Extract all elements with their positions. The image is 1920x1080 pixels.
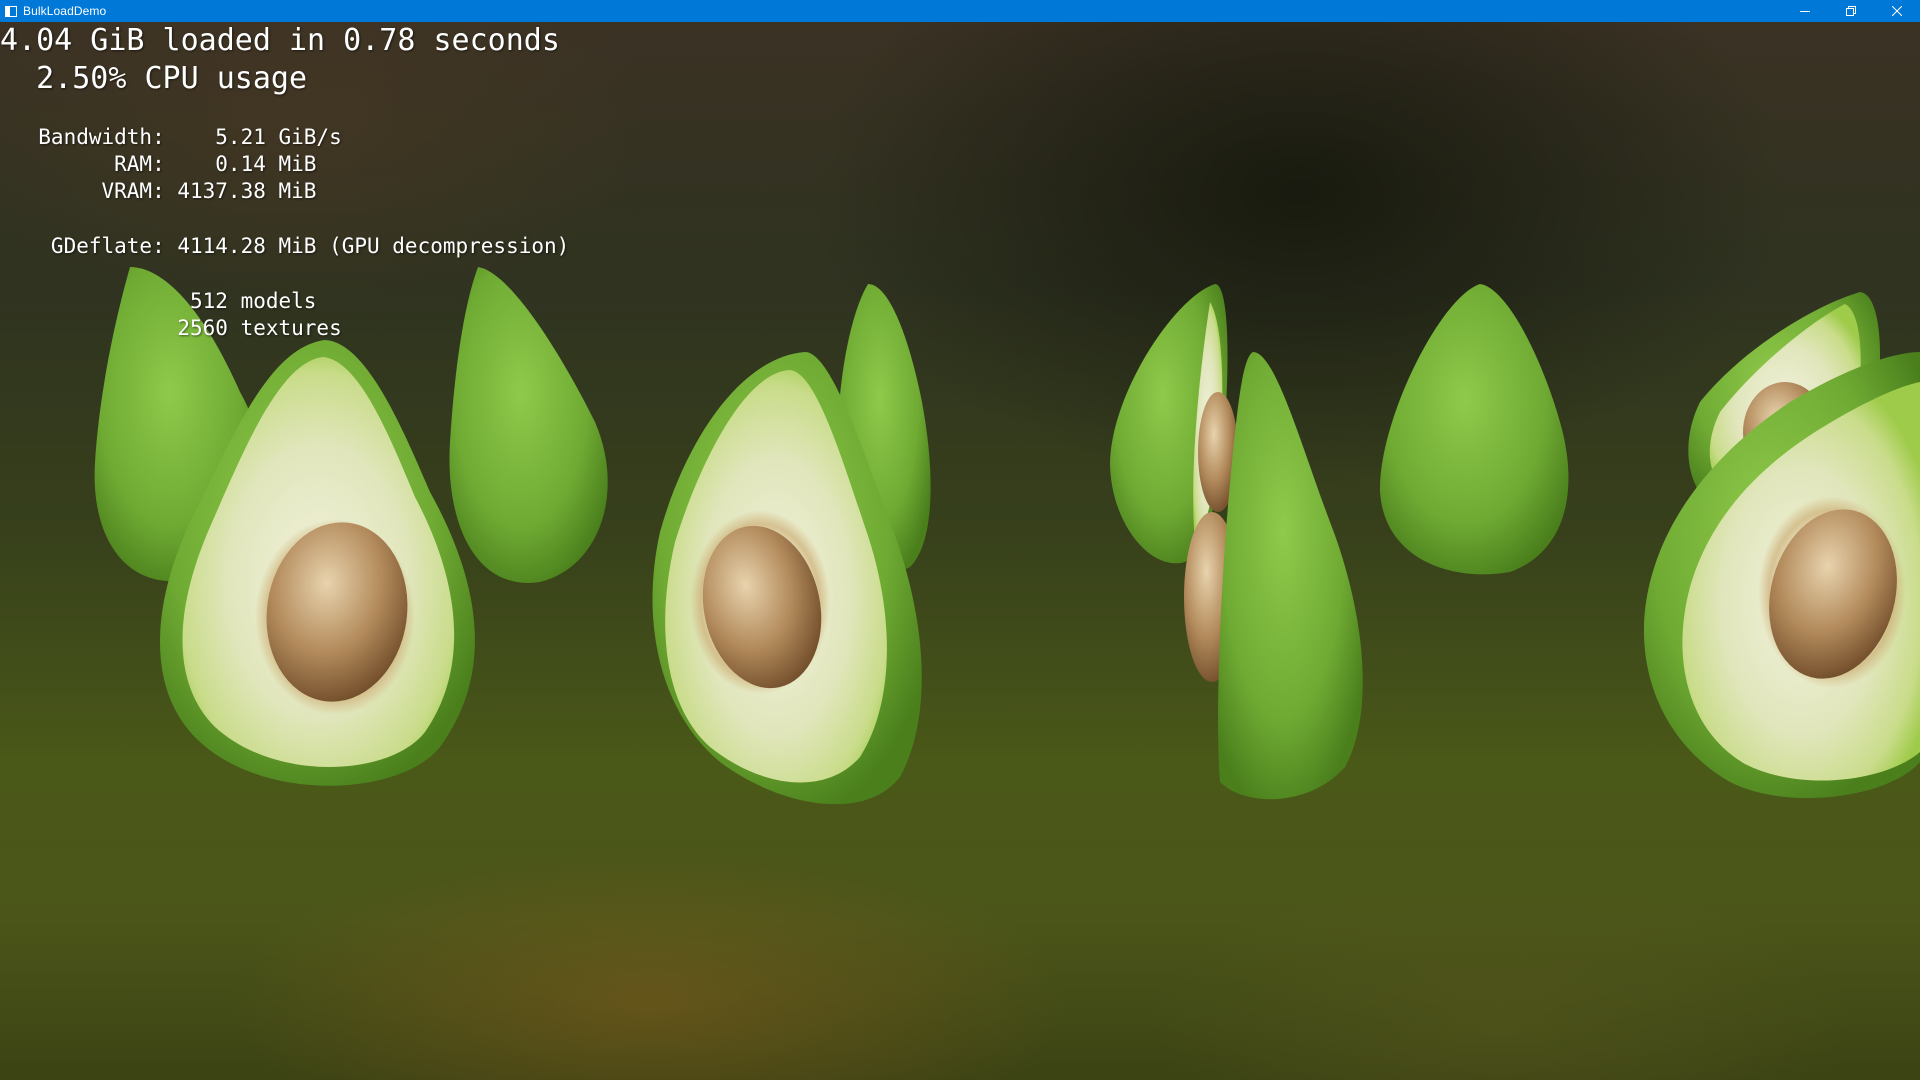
restore-button[interactable]: [1828, 0, 1874, 22]
app-icon: [5, 5, 17, 17]
models-count: 512 models: [13, 289, 317, 313]
application-window: BulkLoadDemo 4.04 GiB loaded in 0.78 sec…: [0, 0, 1920, 1080]
stats-overlay: 4.04 GiB loaded in 0.78 seconds 2.50% CP…: [0, 22, 569, 340]
render-viewport[interactable]: 4.04 GiB loaded in 0.78 seconds 2.50% CP…: [0, 22, 1920, 1080]
avocado-split-3: [1110, 284, 1569, 800]
ram-stat: RAM: 0.14 MiB: [13, 152, 317, 176]
restore-icon: [1846, 6, 1856, 16]
textures-count: 2560 textures: [13, 316, 342, 340]
vram-stat: VRAM: 4137.38 MiB: [13, 179, 317, 203]
close-button[interactable]: [1874, 0, 1920, 22]
load-summary: 4.04 GiB loaded in 0.78 seconds: [0, 23, 560, 58]
gdeflate-stat: GDeflate: 4114.28 MiB (GPU decompression…: [13, 234, 570, 258]
title-bar[interactable]: BulkLoadDemo: [0, 0, 1920, 22]
close-icon: [1892, 6, 1902, 16]
minimize-icon: [1800, 11, 1810, 12]
minimize-button[interactable]: [1782, 0, 1828, 22]
window-controls: [1782, 0, 1920, 22]
cpu-usage: 2.50% CPU usage: [0, 61, 308, 96]
avocado-half-4: [1643, 292, 1920, 799]
bandwidth-stat: Bandwidth: 5.21 GiB/s: [13, 125, 342, 149]
window-title: BulkLoadDemo: [23, 4, 107, 18]
